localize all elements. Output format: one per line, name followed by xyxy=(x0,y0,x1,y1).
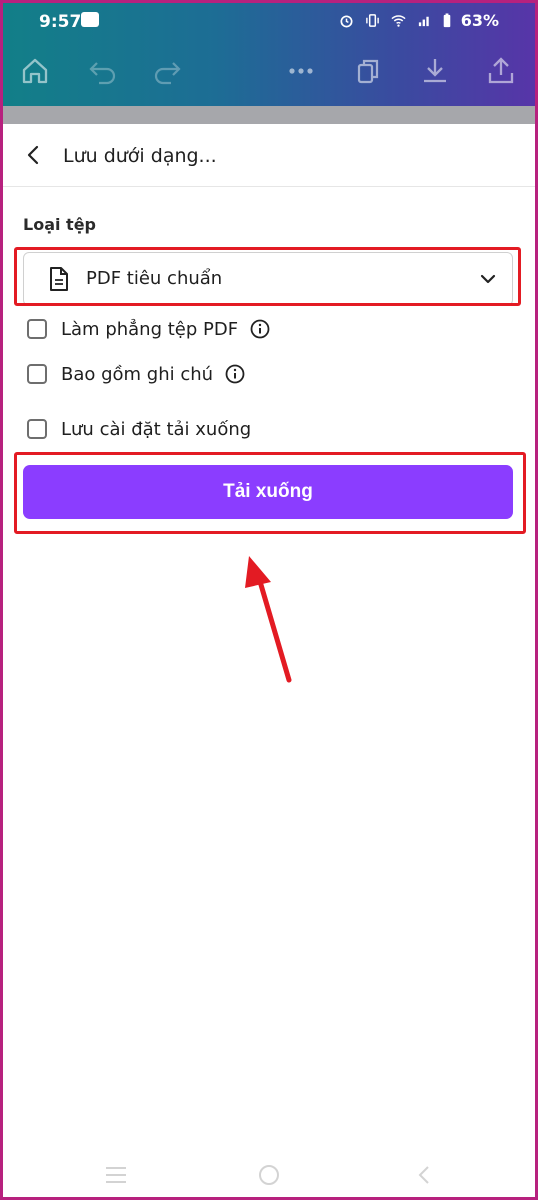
battery-icon xyxy=(443,13,450,28)
wifi-icon xyxy=(391,15,406,27)
recent-apps-icon[interactable] xyxy=(103,1163,129,1187)
alarm-icon xyxy=(340,15,353,28)
save-settings-label: Lưu cài đặt tải xuống xyxy=(61,418,252,440)
flatten-pdf-label: Làm phẳng tệp PDF xyxy=(61,318,239,340)
home-icon[interactable] xyxy=(19,55,51,87)
status-indicators: 63% xyxy=(338,11,499,30)
download-icon[interactable] xyxy=(419,55,451,87)
home-nav-icon[interactable] xyxy=(256,1163,282,1187)
include-notes-checkbox[interactable] xyxy=(27,364,47,384)
sheet-title: Lưu dưới dạng... xyxy=(63,145,217,167)
include-notes-label: Bao gồm ghi chú xyxy=(61,363,214,385)
option-flatten-pdf[interactable]: Làm phẳng tệp PDF xyxy=(27,315,270,343)
canvas-strip xyxy=(3,106,535,124)
battery-level: 63% xyxy=(460,11,499,30)
flatten-pdf-checkbox[interactable] xyxy=(27,319,47,339)
redo-icon[interactable] xyxy=(151,55,183,87)
highlight-box-file-type xyxy=(14,247,521,306)
signal-icon xyxy=(418,16,429,27)
info-icon[interactable] xyxy=(250,319,270,339)
back-icon[interactable] xyxy=(21,142,47,168)
sheet-header: Lưu dưới dạng... xyxy=(3,124,535,187)
vibrate-icon xyxy=(365,14,379,27)
app-frame: 9:57 63% Lưu dưới dạng... Loại tệp PDF t… xyxy=(3,3,535,1197)
info-icon[interactable] xyxy=(225,364,245,384)
message-icon xyxy=(81,12,99,27)
status-time: 9:57 xyxy=(39,12,82,32)
back-nav-icon[interactable] xyxy=(411,1163,437,1187)
editor-topbar: 9:57 63% xyxy=(3,3,535,106)
system-nav-bar xyxy=(3,1153,535,1197)
option-save-download-settings[interactable]: Lưu cài đặt tải xuống xyxy=(27,415,251,443)
more-icon[interactable] xyxy=(285,55,317,87)
undo-icon[interactable] xyxy=(87,55,119,87)
highlight-box-download xyxy=(14,452,526,534)
option-include-notes[interactable]: Bao gồm ghi chú xyxy=(27,360,245,388)
file-type-label: Loại tệp xyxy=(23,215,96,234)
save-settings-checkbox[interactable] xyxy=(27,419,47,439)
share-icon[interactable] xyxy=(485,55,517,87)
copy-icon[interactable] xyxy=(353,55,385,87)
red-arrow-annotation xyxy=(245,556,292,683)
status-bar: 9:57 63% xyxy=(3,3,535,41)
